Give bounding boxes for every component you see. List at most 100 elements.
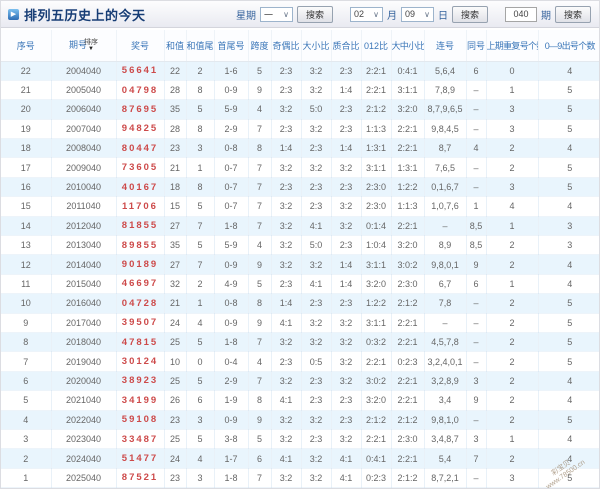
cell-same-numbers: –	[466, 313, 487, 333]
cell-digit-count: 4	[538, 448, 599, 469]
cell-big-small-ratio: 5:0	[301, 235, 332, 256]
cell-big-small-ratio: 2:3	[301, 429, 332, 450]
cell-sum: 26	[164, 390, 187, 411]
cell-digit-count: 5	[538, 80, 599, 101]
cell-consecutive-numbers: 7,8,9	[424, 80, 467, 101]
cell-sum: 25	[164, 332, 187, 353]
cell-index: 14	[1, 216, 52, 237]
week-select-value: 一	[263, 9, 273, 20]
cell-span: 4	[248, 99, 272, 120]
cell-big-mid-small-ratio: 3:2:0	[391, 99, 425, 120]
sort-control[interactable]: 排序 ▼	[84, 39, 98, 52]
cell-issue: 2007040	[51, 119, 117, 140]
week-select[interactable]: 一 ∨	[259, 6, 293, 22]
cell-big-mid-small-ratio: 3:0:2	[391, 254, 425, 275]
cell-first-last: 0-8	[214, 138, 249, 159]
col-header-sum: 和值	[164, 30, 187, 62]
cell-odd-even-ratio: 3:2	[271, 196, 302, 217]
col-header-odd-even-ratio: 奇偶比	[271, 30, 302, 62]
cell-digit-count: 3	[538, 235, 599, 256]
cell-sum-tail: 2	[186, 61, 215, 81]
table-row: 6 2020040 38923 25 5 2-9 7 3:2 2:3 3:2 3:0:2 2:2:1 3…	[1, 371, 599, 392]
col-header-digit-count: 0—9出号个数	[538, 30, 599, 62]
table-row: 8 2018040 47815 25 5 1-8 7 3:2 3:2 3:2 0:3:2 2:2:1 4…	[1, 332, 599, 353]
cell-issue: 2023040	[51, 429, 117, 450]
week-search-button[interactable]: 搜索	[296, 5, 333, 23]
cell-odd-even-ratio: 2:3	[271, 177, 302, 198]
table-row: 15 2011040 11706 15 5 0-7 7 3:2 2:3 3:2 2:3:0 1:1:3…	[1, 196, 599, 217]
cell-prize-number: 30124	[116, 351, 165, 372]
cell-012-ratio: 0:3:2	[361, 332, 392, 353]
cell-sum: 23	[164, 410, 187, 430]
cell-big-mid-small-ratio: 2:2:1	[391, 371, 425, 392]
cell-issue: 2012040	[51, 216, 117, 237]
cell-prize-number: 11706	[116, 196, 165, 217]
table-row: 16 2010040 40167 18 8 0-7 7 2:3 2:3 2:3 2:3:0 1:2:2…	[1, 177, 599, 198]
cell-issue: 2018040	[51, 332, 117, 353]
day-select[interactable]: 09 ∨	[400, 6, 434, 22]
cell-big-mid-small-ratio: 2:2:1	[391, 216, 425, 237]
cell-prime-composite-ratio: 2:3	[331, 61, 362, 81]
cell-prime-composite-ratio: 2:3	[331, 390, 362, 411]
cell-odd-even-ratio: 3:2	[271, 371, 302, 392]
cell-012-ratio: 2:1:2	[361, 410, 392, 430]
cell-prev-repeat-count: 4	[486, 196, 539, 217]
col-header-big-small-ratio: 大小比	[301, 30, 332, 62]
month-select[interactable]: 02 ∨	[349, 6, 383, 22]
cell-first-last: 0-8	[214, 293, 249, 314]
cell-span: 4	[248, 351, 272, 372]
chevron-down-icon: ∨	[373, 9, 379, 19]
cell-same-numbers: –	[466, 177, 487, 198]
cell-sum-tail: 6	[186, 390, 215, 411]
cell-prime-composite-ratio: 1:4	[331, 254, 362, 275]
cell-index: 7	[1, 351, 52, 372]
cell-index: 12	[1, 254, 52, 275]
table-row: 3 2023040 33487 25 5 3-8 5 3:2 2:3 3:2 2:2:1 2:3:0 3…	[1, 429, 599, 450]
table-row: 2 2024040 51477 24 4 1-7 6 4:1 3:2 4:1 0:4:1 2:2:1 5…	[1, 448, 599, 469]
cell-big-mid-small-ratio: 2:1:2	[391, 410, 425, 430]
cell-sum: 24	[164, 448, 187, 469]
cell-prime-composite-ratio: 2:3	[331, 177, 362, 198]
cell-prize-number: 33487	[116, 429, 165, 450]
cell-sum-tail: 5	[186, 196, 215, 217]
cell-prev-repeat-count: 2	[486, 448, 539, 469]
date-search-button[interactable]: 搜索	[451, 5, 488, 23]
table-row: 1 2025040 87521 23 3 1-8 7 3:2 3:2 4:1 0:2:3 2:1:2 8…	[1, 468, 599, 488]
cell-prize-number: 34199	[116, 390, 165, 411]
cell-issue: 2025040	[51, 468, 117, 488]
cell-sum-tail: 8	[186, 80, 215, 101]
cell-012-ratio: 2:2:1	[361, 61, 392, 81]
cell-prev-repeat-count: 2	[486, 371, 539, 392]
cell-index: 21	[1, 80, 52, 101]
table-row: 19 2007040 94825 28 8 2-9 7 2:3 3:2 2:3 1:1:3 2:2:1…	[1, 119, 599, 140]
cell-consecutive-numbers: 3,2,8,9	[424, 371, 467, 392]
cell-sum: 23	[164, 138, 187, 159]
col-header-same-numbers: 同号	[466, 30, 487, 62]
cell-sum-tail: 7	[186, 254, 215, 275]
issue-search-button[interactable]: 搜索	[554, 5, 591, 23]
cell-issue: 2011040	[51, 196, 117, 217]
cell-odd-even-ratio: 1:4	[271, 138, 302, 159]
cell-digit-count: 5	[538, 468, 599, 488]
week-label: 星期	[235, 10, 256, 22]
cell-sum-tail: 7	[186, 216, 215, 237]
cell-same-numbers: –	[466, 80, 487, 101]
cell-prize-number: 87521	[116, 468, 165, 488]
cell-consecutive-numbers: 9,8,1,0	[424, 410, 467, 430]
cell-same-numbers: 9	[466, 254, 487, 275]
cell-prize-number: 39507	[116, 313, 165, 333]
issue-label: 期	[540, 10, 551, 22]
cell-big-mid-small-ratio: 2:2:1	[391, 448, 425, 469]
col-header-prime-composite-ratio: 质合比	[331, 30, 362, 62]
cell-big-small-ratio: 3:2	[301, 254, 332, 275]
cell-index: 3	[1, 429, 52, 450]
table-row: 12 2014040 90189 27 7 0-9 9 3:2 3:2 1:4 3:1:1 3:0:2…	[1, 254, 599, 275]
issue-input[interactable]	[504, 6, 537, 22]
cell-issue: 2020040	[51, 371, 117, 392]
cell-same-numbers: 3	[466, 429, 487, 450]
cell-012-ratio: 2:3:0	[361, 196, 392, 217]
cell-big-small-ratio: 0:5	[301, 351, 332, 372]
chevron-down-icon: ∨	[424, 9, 430, 19]
cell-sum: 21	[164, 157, 187, 178]
cell-big-small-ratio: 3:2	[301, 80, 332, 101]
